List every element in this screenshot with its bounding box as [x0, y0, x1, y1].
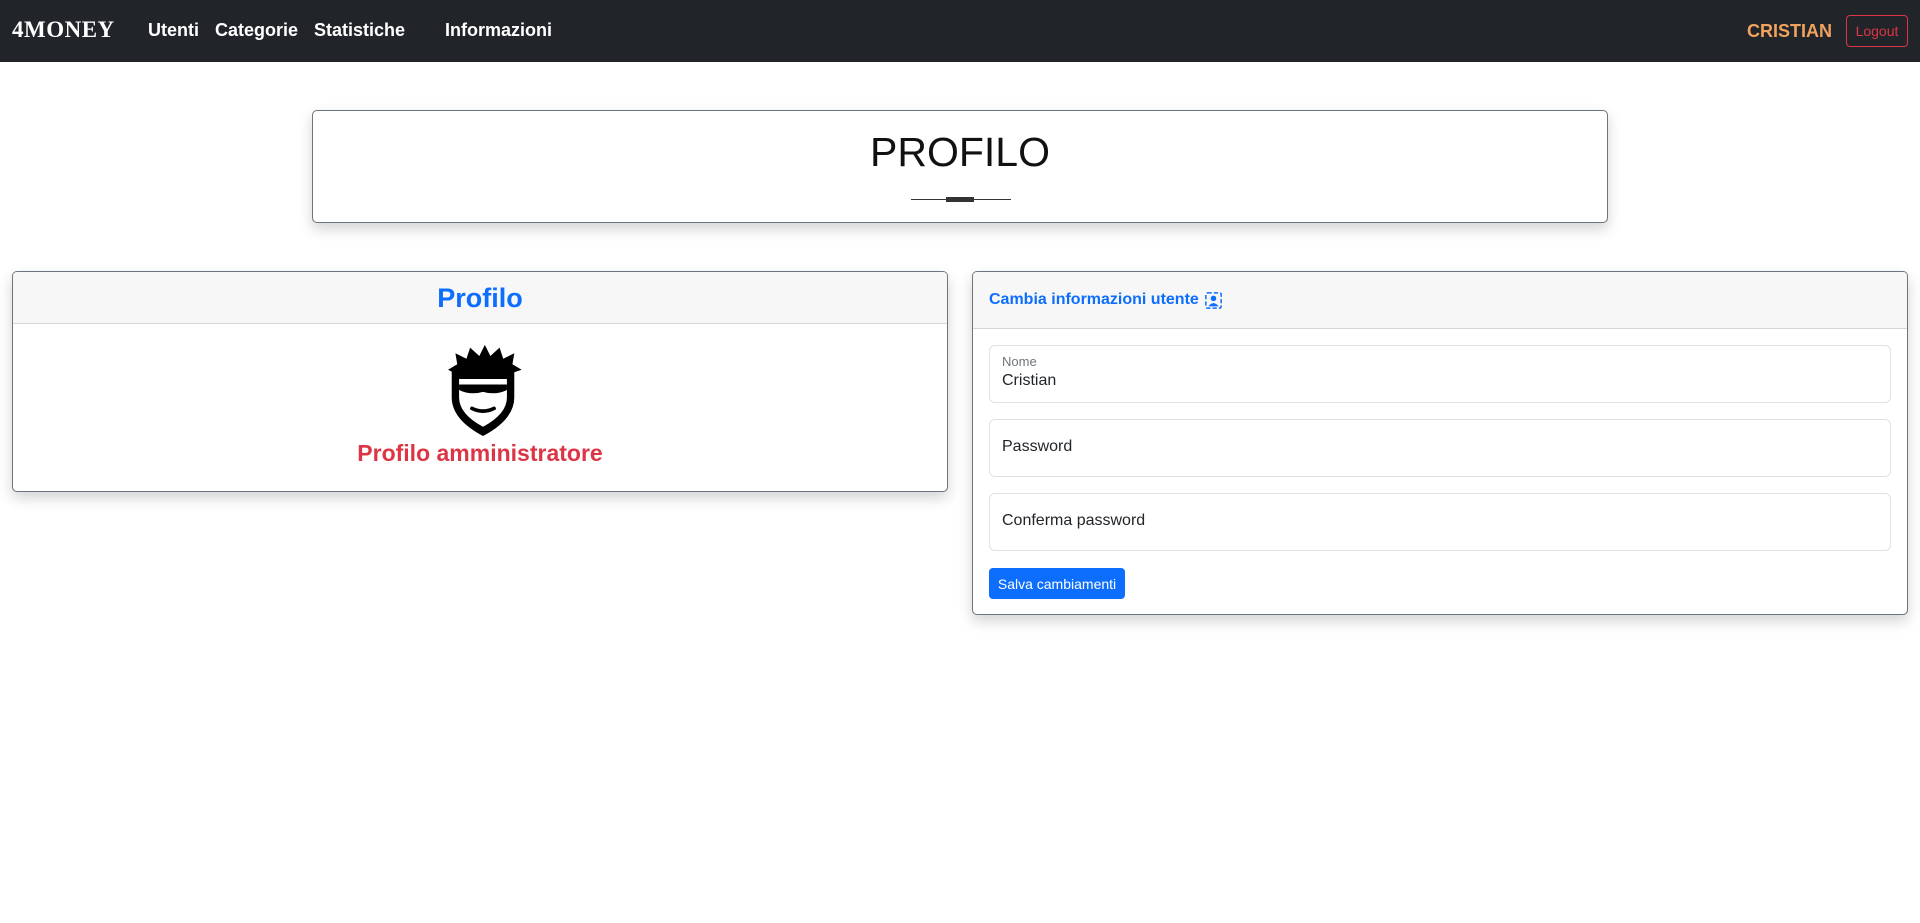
admin-avatar-icon	[448, 344, 522, 436]
profile-card-header: Profilo	[13, 272, 947, 324]
confirm-password-input[interactable]	[1002, 512, 1872, 530]
confirm-password-field	[989, 493, 1891, 551]
profile-role-label: Profilo amministratore	[357, 440, 603, 466]
change-user-info-card: Cambia informazioni utente Nome Salva ca…	[972, 271, 1908, 615]
nav-link-statistiche[interactable]: Statistiche	[314, 20, 405, 41]
settings-card-title-wrap: Cambia informazioni utente	[989, 291, 1222, 309]
top-navbar: 4MONEY Utenti Categorie Statistiche Info…	[0, 0, 1920, 62]
settings-card-header: Cambia informazioni utente	[973, 272, 1907, 329]
settings-card-title: Cambia informazioni utente	[989, 291, 1199, 308]
password-field	[989, 419, 1891, 477]
user-badge-icon	[1204, 291, 1222, 309]
nav-link-utenti[interactable]: Utenti	[148, 20, 199, 41]
title-divider-accent	[946, 197, 974, 202]
profile-card-title: Profilo	[437, 283, 523, 313]
name-field-label: Nome	[1002, 354, 1037, 369]
nav-link-categorie[interactable]: Categorie	[215, 20, 298, 41]
page-title-card: PROFILO	[312, 110, 1608, 223]
name-input[interactable]	[1002, 372, 1872, 390]
page-title: PROFILO	[870, 129, 1050, 175]
profile-card: Profilo Profilo amministratore	[12, 271, 948, 492]
name-field: Nome	[989, 345, 1891, 403]
current-user-name: CRISTIAN	[1747, 21, 1832, 41]
logout-button[interactable]: Logout	[1846, 15, 1908, 47]
password-input[interactable]	[1002, 438, 1872, 456]
save-changes-button[interactable]: Salva cambiamenti	[989, 568, 1125, 599]
brand-logo[interactable]: 4MONEY	[12, 17, 115, 43]
nav-link-informazioni[interactable]: Informazioni	[445, 20, 552, 41]
